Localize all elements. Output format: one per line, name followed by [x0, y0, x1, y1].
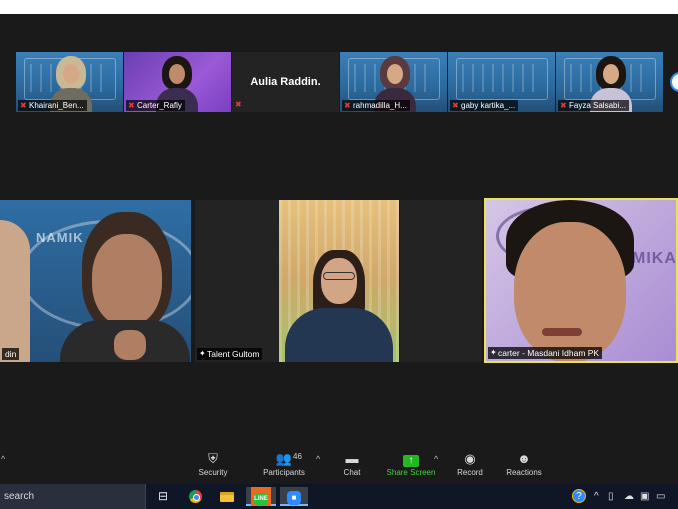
- participant-thumbnail[interactable]: ✖ Fayza Salsabi...: [556, 52, 663, 112]
- device-icon[interactable]: ▯: [608, 489, 614, 504]
- file-explorer-icon[interactable]: [216, 487, 238, 506]
- participant-name: ✦ carter - Masdani Idham PK: [488, 347, 603, 359]
- video-stage: ✖ Khairani_Ben... ✖ Carter_Rafly Aulia R…: [0, 14, 678, 464]
- participants-icon: 👥: [275, 451, 293, 466]
- participant-thumbnail[interactable]: ✖ rahmadilla_H...: [340, 52, 447, 112]
- security-button[interactable]: ⛨ Security: [194, 450, 232, 484]
- participant-thumbnail[interactable]: ✖ gaby kartika_...: [448, 52, 555, 112]
- network-icon[interactable]: ▣: [640, 489, 649, 504]
- mic-muted-icon: ✖: [235, 100, 242, 109]
- share-screen-icon: ↑: [386, 450, 436, 468]
- mic-muted-icon: ✖: [452, 101, 459, 110]
- participant-thumbnail[interactable]: ✖ Khairani_Ben...: [16, 52, 123, 112]
- participants-button[interactable]: 👥 Participants: [258, 450, 310, 484]
- participant-name: ✖ rahmadilla_H...: [342, 100, 410, 111]
- participant-name: ✖ Khairani_Ben...: [18, 100, 87, 111]
- active-speaker-tile[interactable]: MIKA ✦ carter - Masdani Idham PK: [484, 198, 678, 363]
- participant-name: ✖ Carter_Rafly: [126, 100, 185, 111]
- mic-muted-icon: ✖: [20, 101, 27, 110]
- meeting-toolbar: ^ ⛨ Security 👥 Participants 46 ^ ▬ Chat …: [0, 450, 678, 484]
- task-view-icon[interactable]: ⊟: [152, 487, 174, 506]
- share-options-caret[interactable]: ^: [434, 454, 438, 464]
- participant-name: din: [2, 348, 20, 360]
- chat-bubble-icon: ▬: [345, 451, 359, 466]
- help-icon[interactable]: ?: [572, 489, 586, 504]
- background-logo-text: MIKA: [632, 250, 677, 267]
- chrome-icon[interactable]: [184, 487, 206, 506]
- participant-name: ✖ Fayza Salsabi...: [558, 100, 629, 111]
- zoom-icon[interactable]: ■: [280, 487, 308, 506]
- reaction-smiley-icon: ☻: [517, 451, 531, 466]
- record-button[interactable]: ◉ Record: [454, 450, 486, 484]
- mic-muted-icon: ✖: [560, 101, 567, 110]
- line-icon[interactable]: LINE: [246, 487, 276, 506]
- participants-count: 46: [293, 452, 302, 461]
- zoom-meeting-window: ✖ Khairani_Ben... ✖ Carter_Rafly Aulia R…: [0, 0, 678, 509]
- mic-muted-icon: ✖: [344, 101, 351, 110]
- participants-options-caret[interactable]: ^: [316, 454, 320, 464]
- participant-name: ✖ gaby kartika_...: [450, 100, 519, 111]
- share-screen-button[interactable]: ↑ Share Screen: [386, 450, 436, 484]
- chevron-up-icon[interactable]: ^: [594, 489, 599, 504]
- mic-muted-icon: ✖: [128, 101, 135, 110]
- record-icon: ◉: [464, 451, 476, 466]
- participant-display-name: Aulia Raddin.: [250, 76, 321, 88]
- taskbar-search-box[interactable]: search: [0, 484, 146, 509]
- shield-icon: ⛨: [208, 451, 218, 466]
- next-page-button[interactable]: [670, 72, 678, 92]
- video-tile[interactable]: NAMIK din: [0, 200, 191, 362]
- battery-icon[interactable]: ▭: [656, 489, 665, 504]
- reactions-button[interactable]: ☻ Reactions: [504, 450, 544, 484]
- audio-options-caret[interactable]: ^: [1, 454, 5, 464]
- chat-button[interactable]: ▬ Chat: [338, 450, 366, 484]
- pin-icon: ✦: [199, 349, 206, 358]
- windows-taskbar: search ⊟ LINE ■ ? ^ ▯ ☁ ▣ ▭: [0, 484, 678, 509]
- title-bar: [0, 0, 678, 14]
- background-logo-text: NAMIK: [36, 230, 84, 245]
- participant-thumbnail[interactable]: ✖ Carter_Rafly: [124, 52, 231, 112]
- video-tile[interactable]: ✦ Talent Gultom: [195, 200, 281, 362]
- participant-name: ✦ Talent Gultom: [197, 348, 263, 360]
- video-tile[interactable]: [279, 200, 399, 362]
- onedrive-cloud-icon[interactable]: ☁: [624, 489, 634, 504]
- pin-icon: ✦: [490, 348, 497, 357]
- participant-thumbnail[interactable]: Aulia Raddin. ✖: [232, 52, 339, 112]
- video-tile[interactable]: [400, 200, 482, 362]
